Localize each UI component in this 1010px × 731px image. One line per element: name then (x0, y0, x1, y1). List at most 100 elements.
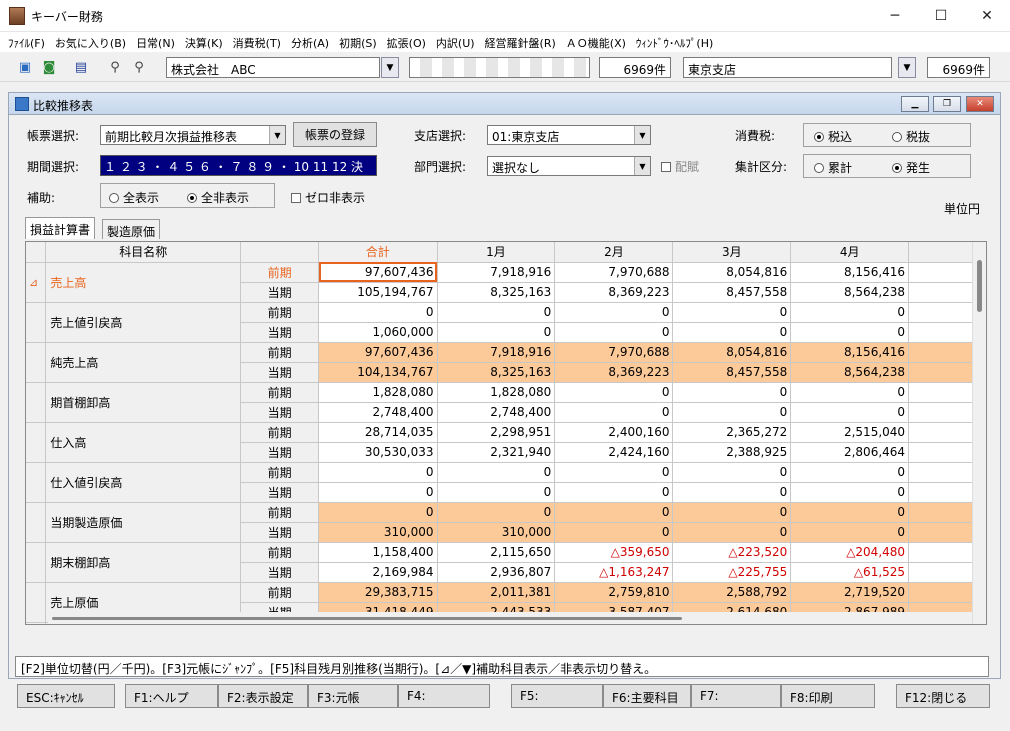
month-cell[interactable]: △61,525 (790, 562, 910, 583)
menu-breakdown[interactable]: 内訳(U) (432, 32, 481, 52)
month-cell[interactable]: 7,970,688 (554, 342, 674, 363)
total-cell[interactable]: 0 (318, 482, 438, 503)
month-cell[interactable]: 7,918,916 (437, 342, 556, 363)
month-cell[interactable]: 0 (554, 482, 674, 503)
f3-ledger-button[interactable]: F3:元帳 (308, 684, 398, 708)
chevron-down-icon[interactable]: ▼ (634, 157, 650, 175)
table-row[interactable]: 仕入高 前期 28,714,035 2,298,951 2,400,160 2,365,2… (26, 422, 986, 463)
month-cell[interactable]: 8,325,163 (437, 362, 556, 383)
month-cell[interactable]: 2,759,810 (554, 582, 674, 603)
total-cell[interactable]: 104,134,767 (318, 362, 438, 383)
month-cell[interactable]: 7,970,688 (554, 262, 674, 283)
account-name[interactable]: 仕入値引戻高 (45, 462, 242, 503)
total-cell[interactable]: 0 (318, 302, 438, 323)
account-name[interactable]: 当期製造原価 (45, 502, 242, 543)
scrollbar-thumb[interactable] (977, 260, 982, 312)
chevron-down-icon[interactable]: ▼ (898, 57, 916, 78)
tab-manufacturing-cost[interactable]: 製造原価 (102, 219, 161, 239)
month-cell[interactable]: △225,755 (672, 562, 792, 583)
month-cell[interactable]: 8,054,816 (672, 342, 792, 363)
month-cell[interactable]: 0 (554, 522, 674, 543)
menu-ao[interactable]: ＡＯ機能(X) (562, 32, 632, 52)
chevron-down-icon[interactable]: ▼ (269, 126, 285, 144)
table-row[interactable]: ⊿ 売上高 前期 97,607,436 7,918,916 7,970,688 8,054,… (26, 262, 986, 303)
month-cell[interactable]: 0 (554, 322, 674, 343)
total-cell[interactable]: 0 (318, 502, 438, 523)
month-cell[interactable]: 0 (437, 322, 556, 343)
table-row[interactable]: 仕入値引戻高 前期 0 0 0 0 0 (26, 462, 986, 503)
month-cell[interactable]: 0 (790, 322, 910, 343)
row-marker[interactable] (26, 502, 47, 543)
tax-incl-radio[interactable]: 税込 (814, 128, 852, 145)
table-row[interactable]: 純売上高 前期 97,607,436 7,918,916 7,970,688 8,054,… (26, 342, 986, 383)
month-cell[interactable]: 2,588,792 (672, 582, 792, 603)
table-row[interactable]: 売上原価 前期 29,383,715 2,011,381 2,759,810 2,588,… (26, 582, 986, 623)
total-cell[interactable]: 28,714,035 (318, 422, 438, 443)
dept-select[interactable]: 選択なし ▼ (487, 156, 651, 176)
horizontal-scrollbar[interactable] (48, 612, 972, 624)
month-cell[interactable]: △359,650 (554, 542, 674, 563)
row-marker[interactable] (26, 342, 47, 383)
period-selector[interactable]: １ ２ ３ ・ ４ ５ ６ ・ ７ ８ ９ ・ 10 11 12 決 (100, 155, 377, 176)
row-marker[interactable] (26, 302, 47, 343)
month-cell[interactable]: 2,011,381 (437, 582, 556, 603)
image-icon[interactable]: ▤ (70, 57, 92, 77)
total-cell[interactable]: 29,383,715 (318, 582, 438, 603)
company-field[interactable]: 株式会社 ABC (166, 57, 380, 78)
menu-compass[interactable]: 経営羅針盤(R) (481, 32, 562, 52)
esc-cancel-button[interactable]: ESC:ｷｬﾝｾﾙ (17, 684, 115, 708)
total-cell[interactable]: 97,607,436 (318, 342, 438, 363)
total-cell[interactable]: 97,607,436 (318, 262, 438, 283)
menu-tax[interactable]: 消費税(T) (229, 32, 287, 52)
report-select[interactable]: 前期比較月次損益推移表 ▼ (100, 125, 286, 145)
allocation-checkbox[interactable]: 配賦 (661, 158, 699, 175)
account-name[interactable]: 期首棚卸高 (45, 382, 242, 423)
monitor-refresh-icon[interactable]: ◙ (38, 57, 60, 77)
register-report-button[interactable]: 帳票の登録 (293, 122, 377, 147)
menu-daily[interactable]: 日常(N) (132, 32, 181, 52)
menu-file[interactable]: ﾌｧｲﾙ(F) (4, 32, 51, 52)
month-cell[interactable]: 0 (790, 302, 910, 323)
table-row[interactable]: 期首棚卸高 前期 1,828,080 1,828,080 0 0 0 (26, 382, 986, 423)
month-cell[interactable]: 2,400,160 (554, 422, 674, 443)
row-marker[interactable]: ⊿ (26, 262, 47, 303)
month-cell[interactable]: 0 (790, 382, 910, 403)
month-cell[interactable]: 8,325,163 (437, 282, 556, 303)
month-cell[interactable]: 0 (672, 522, 792, 543)
total-cell[interactable]: 1,158,400 (318, 542, 438, 563)
total-cell[interactable]: 1,828,080 (318, 382, 438, 403)
month-cell[interactable]: 2,321,940 (437, 442, 556, 463)
month-cell[interactable]: 0 (790, 402, 910, 423)
row-marker[interactable] (26, 582, 47, 623)
month-cell[interactable]: 0 (672, 302, 792, 323)
month-cell[interactable]: 0 (672, 402, 792, 423)
menu-analysis[interactable]: 分析(A) (287, 32, 335, 52)
month-cell[interactable]: 0 (672, 322, 792, 343)
month-cell[interactable]: 8,564,238 (790, 362, 910, 383)
minimize-icon[interactable]: ─ (872, 0, 918, 32)
total-cell[interactable]: 310,000 (318, 522, 438, 543)
month-cell[interactable]: 0 (437, 482, 556, 503)
month-cell[interactable]: 8,369,223 (554, 362, 674, 383)
month-cell[interactable]: 0 (672, 382, 792, 403)
month-cell[interactable]: 2,936,807 (437, 562, 556, 583)
account-name[interactable]: 仕入高 (45, 422, 242, 463)
account-name[interactable]: 純売上高 (45, 342, 242, 383)
month-cell[interactable]: 7,918,916 (437, 262, 556, 283)
menu-extend[interactable]: 拡張(O) (383, 32, 432, 52)
chevron-down-icon[interactable]: ▼ (381, 57, 399, 78)
month-cell[interactable]: 2,424,160 (554, 442, 674, 463)
table-row[interactable]: 期末棚卸高 前期 1,158,400 2,115,650 △359,650 △223,52… (26, 542, 986, 583)
month-cell[interactable]: △204,480 (790, 542, 910, 563)
chevron-down-icon[interactable]: ▼ (634, 126, 650, 144)
f7-button[interactable]: F7: (691, 684, 781, 708)
month-cell[interactable]: 8,156,416 (790, 262, 910, 283)
month-cell[interactable]: 0 (437, 302, 556, 323)
menu-initial[interactable]: 初期(S) (335, 32, 383, 52)
f12-close-button[interactable]: F12:閉じる (896, 684, 990, 708)
zero-hide-checkbox[interactable]: ゼロ非表示 (291, 189, 365, 206)
month-cell[interactable]: △1,163,247 (554, 562, 674, 583)
f6-main-accounts-button[interactable]: F6:主要科目 (603, 684, 691, 708)
month-cell[interactable]: 8,054,816 (672, 262, 792, 283)
month-cell[interactable]: 0 (554, 302, 674, 323)
